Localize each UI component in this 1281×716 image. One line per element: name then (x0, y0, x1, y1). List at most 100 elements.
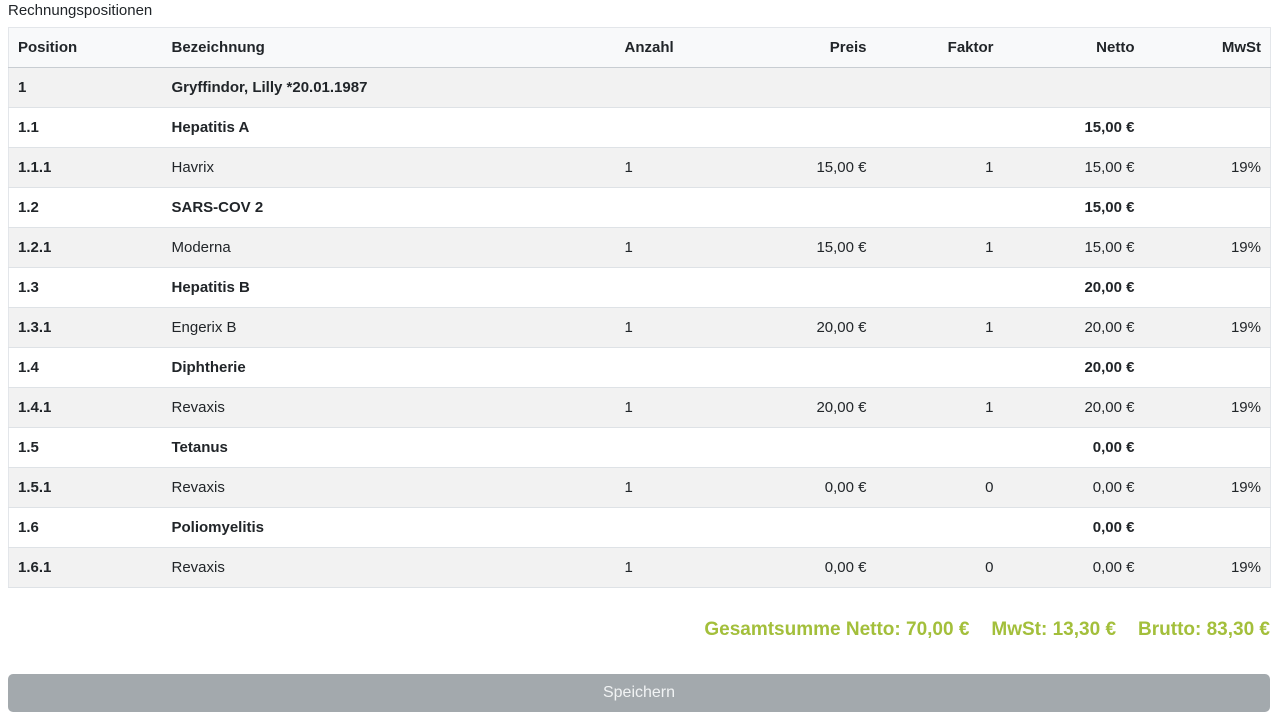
table-row: 1.6.1 Revaxis 1 0,00 €0 0,00 €19% (8, 547, 1271, 588)
cell-netto (1002, 67, 1144, 108)
cell-faktor (875, 187, 1003, 228)
table-header-row: Position Bezeichnung Anzahl Preis Faktor… (8, 27, 1271, 68)
table-row: 1.6 Poliomyelitis 0,00 € (8, 507, 1271, 548)
cell-bezeichnung: Havrix (162, 147, 616, 188)
cell-netto: 20,00 € (1002, 347, 1144, 388)
cell-preis: 0,00 € (735, 547, 876, 588)
cell-anzahl (615, 347, 736, 388)
cell-netto: 15,00 € (1002, 227, 1144, 268)
cell-faktor: 0 (875, 467, 1003, 508)
table-row: 1.5.1 Revaxis 1 0,00 €0 0,00 €19% (8, 467, 1271, 508)
header-preis: Preis (735, 27, 876, 68)
cell-preis: 0,00 € (735, 467, 876, 508)
cell-preis: 20,00 € (735, 307, 876, 348)
cell-position: 1.2.1 (8, 227, 163, 268)
cell-mwst (1143, 67, 1271, 108)
cell-faktor: 1 (875, 307, 1003, 348)
cell-bezeichnung: Poliomyelitis (162, 507, 616, 548)
cell-position: 1.3 (8, 267, 163, 308)
cell-faktor: 1 (875, 147, 1003, 188)
cell-faktor (875, 427, 1003, 468)
cell-mwst (1143, 107, 1271, 148)
cell-mwst: 19% (1143, 227, 1271, 268)
cell-mwst (1143, 427, 1271, 468)
cell-anzahl (615, 267, 736, 308)
cell-anzahl: 1 (615, 387, 736, 428)
cell-netto: 0,00 € (1002, 507, 1144, 548)
cell-bezeichnung: SARS-COV 2 (162, 187, 616, 228)
cell-position: 1.5.1 (8, 467, 163, 508)
cell-position: 1.4.1 (8, 387, 163, 428)
cell-mwst: 19% (1143, 387, 1271, 428)
totals-summary: Gesamtsumme Netto: 70,00 € MwSt: 13,30 €… (704, 619, 1270, 641)
cell-mwst: 19% (1143, 547, 1271, 588)
total-netto: Gesamtsumme Netto: 70,00 € (704, 619, 970, 640)
header-bezeichnung: Bezeichnung (162, 27, 616, 68)
cell-position: 1.1.1 (8, 147, 163, 188)
cell-bezeichnung: Moderna (162, 227, 616, 268)
cell-anzahl: 1 (615, 307, 736, 348)
cell-bezeichnung: Revaxis (162, 387, 616, 428)
cell-position: 1.4 (8, 347, 163, 388)
header-netto: Netto (1002, 27, 1144, 68)
cell-preis: 15,00 € (735, 147, 876, 188)
header-position: Position (8, 27, 163, 68)
header-anzahl: Anzahl (615, 27, 736, 68)
cell-bezeichnung: Hepatitis B (162, 267, 616, 308)
table-row: 1.2.1 Moderna 1 15,00 €1 15,00 €19% (8, 227, 1271, 268)
cell-anzahl (615, 67, 736, 108)
cell-bezeichnung: Tetanus (162, 427, 616, 468)
total-mwst: MwSt: 13,30 € (991, 619, 1117, 640)
cell-bezeichnung: Diphtherie (162, 347, 616, 388)
cell-position: 1.6.1 (8, 547, 163, 588)
table-row: 1.4.1 Revaxis 1 20,00 €1 20,00 €19% (8, 387, 1271, 428)
cell-anzahl (615, 507, 736, 548)
cell-faktor: 1 (875, 387, 1003, 428)
cell-mwst: 19% (1143, 307, 1271, 348)
save-button[interactable]: Speichern (8, 674, 1270, 712)
cell-anzahl (615, 107, 736, 148)
table-body: 1 Gryffindor, Lilly *20.01.1987 1.1 Hepatit… (8, 67, 1271, 588)
cell-mwst: 19% (1143, 147, 1271, 188)
cell-faktor (875, 107, 1003, 148)
cell-faktor: 0 (875, 547, 1003, 588)
header-mwst: MwSt (1143, 27, 1271, 68)
cell-mwst (1143, 347, 1271, 388)
cell-mwst (1143, 187, 1271, 228)
cell-mwst (1143, 507, 1271, 548)
cell-faktor (875, 267, 1003, 308)
table-row: 1.1 Hepatitis A 15,00 € (8, 107, 1271, 148)
cell-preis (735, 507, 876, 548)
cell-anzahl: 1 (615, 547, 736, 588)
cell-netto: 0,00 € (1002, 427, 1144, 468)
cell-anzahl (615, 427, 736, 468)
cell-preis (735, 67, 876, 108)
cell-position: 1.2 (8, 187, 163, 228)
cell-bezeichnung: Gryffindor, Lilly *20.01.1987 (162, 67, 616, 108)
table-row: 1.2 SARS-COV 2 15,00 € (8, 187, 1271, 228)
cell-netto: 0,00 € (1002, 547, 1144, 588)
cell-position: 1.5 (8, 427, 163, 468)
cell-preis: 20,00 € (735, 387, 876, 428)
cell-mwst: 19% (1143, 467, 1271, 508)
total-brutto: Brutto: 83,30 € (1138, 619, 1270, 640)
cell-netto: 15,00 € (1002, 147, 1144, 188)
table-row: 1.4 Diphtherie 20,00 € (8, 347, 1271, 388)
table-row: 1.5 Tetanus 0,00 € (8, 427, 1271, 468)
cell-anzahl (615, 187, 736, 228)
cell-position: 1.6 (8, 507, 163, 548)
cell-netto: 20,00 € (1002, 267, 1144, 308)
cell-preis (735, 427, 876, 468)
cell-netto: 20,00 € (1002, 387, 1144, 428)
cell-position: 1.3.1 (8, 307, 163, 348)
cell-preis (735, 107, 876, 148)
section-title: Rechnungspositionen (8, 2, 153, 19)
cell-position: 1 (8, 67, 163, 108)
cell-netto: 20,00 € (1002, 307, 1144, 348)
table-row: 1.3.1 Engerix B 1 20,00 €1 20,00 €19% (8, 307, 1271, 348)
cell-faktor: 1 (875, 227, 1003, 268)
cell-preis (735, 267, 876, 308)
header-faktor: Faktor (875, 27, 1003, 68)
cell-netto: 15,00 € (1002, 107, 1144, 148)
cell-bezeichnung: Revaxis (162, 467, 616, 508)
